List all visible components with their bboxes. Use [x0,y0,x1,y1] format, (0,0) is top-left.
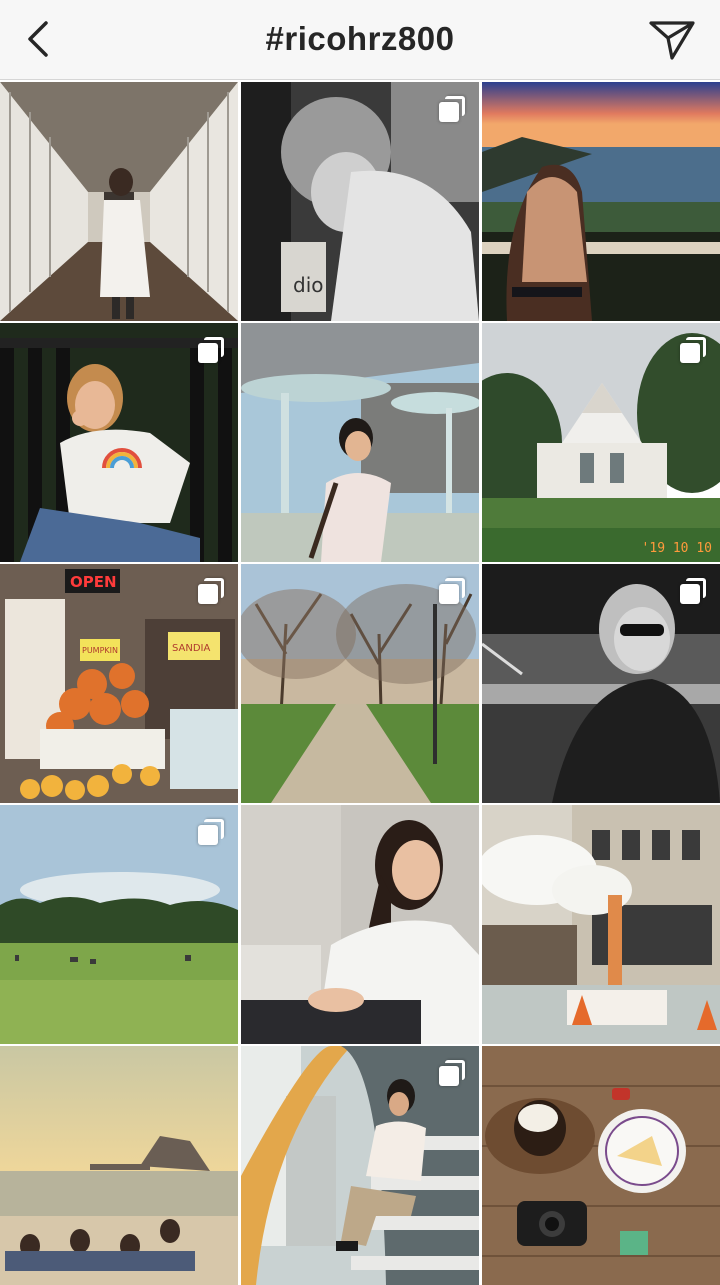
post-tile[interactable] [0,805,238,1044]
post-image [241,323,479,562]
post-image [0,1046,238,1285]
post-tile[interactable] [482,82,720,321]
multi-photo-icon [680,337,706,363]
date-stamp: '19 10 10 [641,541,712,556]
multi-photo-icon [439,1060,465,1086]
svg-text:PUMPKIN: PUMPKIN [82,646,118,655]
top-bar: #ricohrz800 [0,0,720,80]
post-tile[interactable]: OPEN PUMPKIN SANDIA [0,564,238,803]
post-image [482,1046,720,1285]
post-image [241,805,479,1044]
page-title: #ricohrz800 [265,20,455,57]
share-button[interactable] [644,12,700,68]
post-image [482,82,720,321]
svg-text:OPEN: OPEN [70,573,117,591]
post-tile[interactable] [0,82,238,321]
multi-photo-icon [198,337,224,363]
post-tile[interactable] [241,805,479,1044]
post-tile[interactable] [482,1046,720,1285]
multi-photo-icon [198,819,224,845]
post-tile[interactable]: '19 10 10 [482,323,720,562]
post-grid: dio '19 10 10 OPEN PUMPKIN SANDIA [0,82,720,1285]
post-image [482,805,720,1044]
multi-photo-icon [439,96,465,122]
post-tile[interactable] [0,1046,238,1285]
post-tile[interactable] [0,323,238,562]
multi-photo-icon [439,578,465,604]
post-image [0,82,238,321]
svg-text:SANDIA: SANDIA [172,643,211,654]
multi-photo-icon [680,578,706,604]
post-tile[interactable] [482,805,720,1044]
post-tile[interactable]: dio [241,82,479,321]
post-tile[interactable] [241,1046,479,1285]
svg-text:dio: dio [293,273,324,297]
post-tile[interactable] [241,564,479,803]
post-tile[interactable] [482,564,720,803]
paper-plane-icon [649,21,695,60]
multi-photo-icon [198,578,224,604]
post-tile[interactable] [241,323,479,562]
